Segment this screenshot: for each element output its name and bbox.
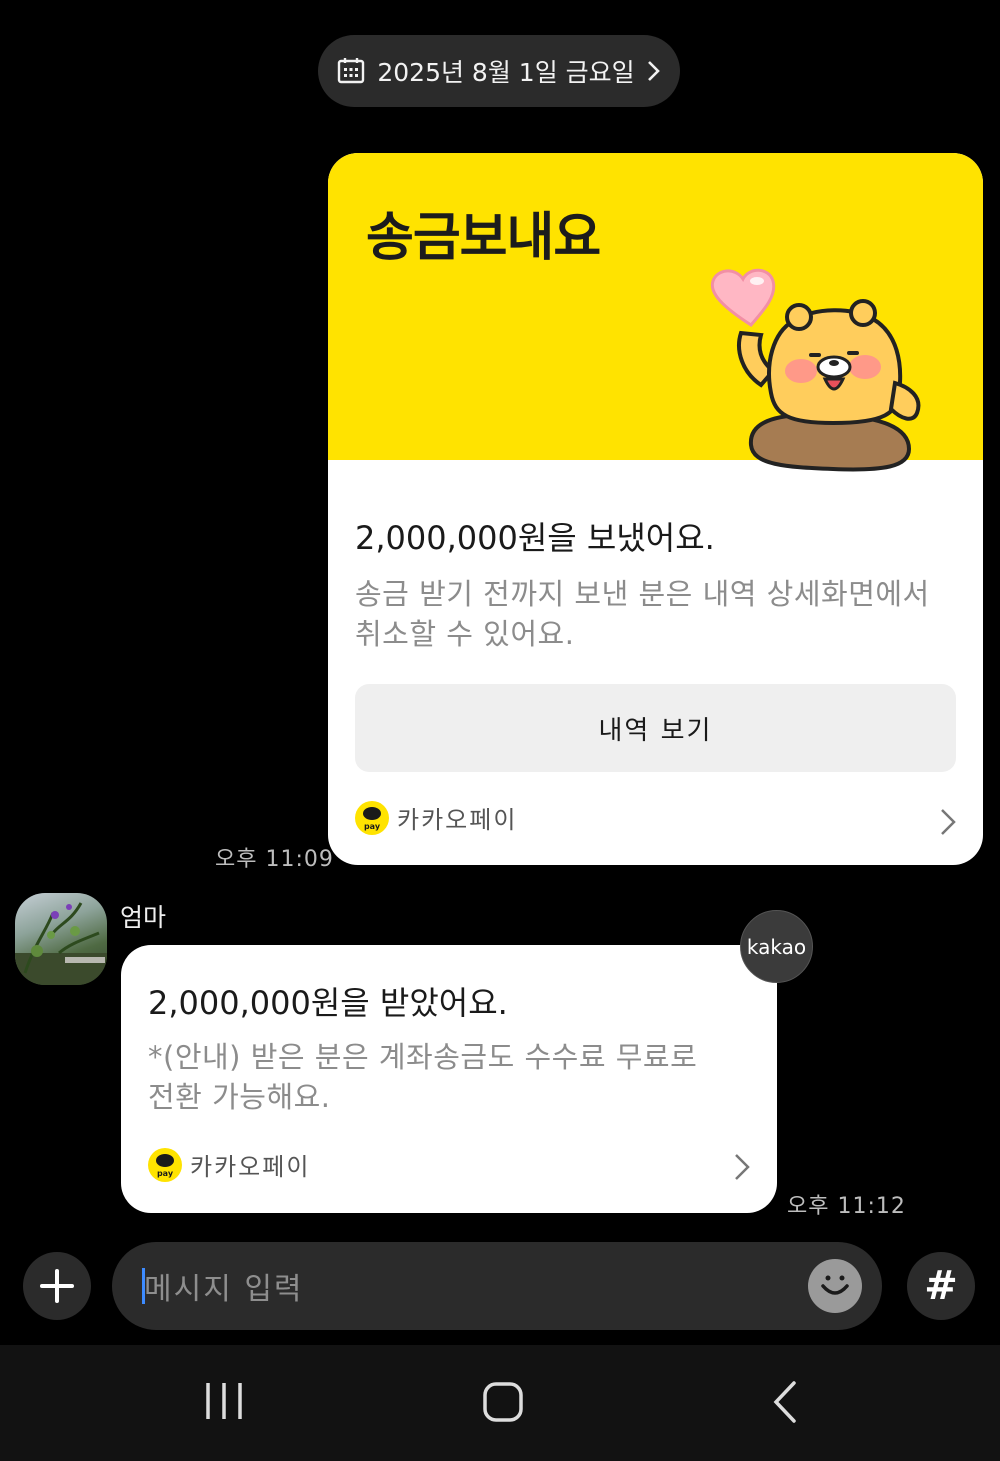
recent-apps-icon[interactable]: [204, 1380, 244, 1422]
banner-title: 송금보내요: [366, 208, 601, 268]
received-transfer-card[interactable]: 2,000,000원을 받았어요. *(안내) 받은 분은 계좌송금도 수수료 …: [121, 945, 777, 1213]
mascot-illustration: [710, 268, 921, 472]
transfer-banner: 송금보내요: [328, 153, 983, 472]
system-nav-bar: [0, 1345, 1000, 1461]
sent-notice-line1: 송금 받기 전까지 보낸 분은 내역 상세화면에서: [355, 577, 930, 611]
hashtag-button[interactable]: #: [907, 1252, 975, 1320]
chevron-right-icon[interactable]: [734, 1153, 750, 1181]
date-text: 2025년 8월 1일 금요일: [377, 58, 635, 87]
attach-button[interactable]: [23, 1252, 91, 1320]
received-notice-line1: *(안내) 받은 분은 계좌송금도 수수료 무료로: [148, 1040, 698, 1074]
calendar-icon: [338, 58, 365, 84]
kakaopay-logo-icon: pay: [148, 1147, 182, 1182]
home-icon[interactable]: [482, 1381, 524, 1423]
sender-name: 엄마: [120, 903, 167, 932]
kakaopay-label: 카카오페이: [397, 806, 518, 834]
sent-amount-text: 2,000,000원을 보냈어요.: [355, 519, 715, 557]
sent-transfer-card[interactable]: 송금보내요 2,000,000원을 보냈어요. 송금 받기 전까지 보낸 분은 …: [328, 153, 983, 865]
date-pill[interactable]: 2025년 8월 1일 금요일: [318, 35, 680, 107]
avatar-photo: [15, 902, 107, 985]
avatar[interactable]: [15, 893, 107, 985]
kakao-badge: kakao: [740, 910, 813, 983]
received-time: 오후 11:12: [787, 1194, 906, 1219]
sent-time: 오후 11:09: [215, 847, 334, 872]
received-notice-line2: 전환 가능해요.: [148, 1080, 331, 1114]
chevron-right-icon: [647, 61, 660, 81]
message-input-placeholder: 메시지 입력: [144, 1272, 304, 1307]
smile-icon: [821, 1275, 849, 1295]
kakaopay-footer[interactable]: pay 카카오페이: [355, 800, 517, 835]
chevron-right-icon[interactable]: [940, 808, 956, 836]
sent-notice-line2: 취소할 수 있어요.: [355, 617, 575, 651]
kakaopay-logo-icon: pay: [355, 800, 389, 835]
received-amount-text: 2,000,000원을 받았어요.: [148, 984, 508, 1022]
kakaopay-footer[interactable]: pay 카카오페이: [148, 1147, 310, 1182]
back-icon[interactable]: [772, 1380, 798, 1424]
emoji-button[interactable]: [808, 1259, 862, 1313]
plus-icon: [40, 1269, 74, 1303]
view-history-button[interactable]: 내역 보기: [355, 684, 956, 772]
kakaopay-label: 카카오페이: [190, 1153, 311, 1181]
message-input[interactable]: 메시지 입력: [112, 1242, 882, 1330]
